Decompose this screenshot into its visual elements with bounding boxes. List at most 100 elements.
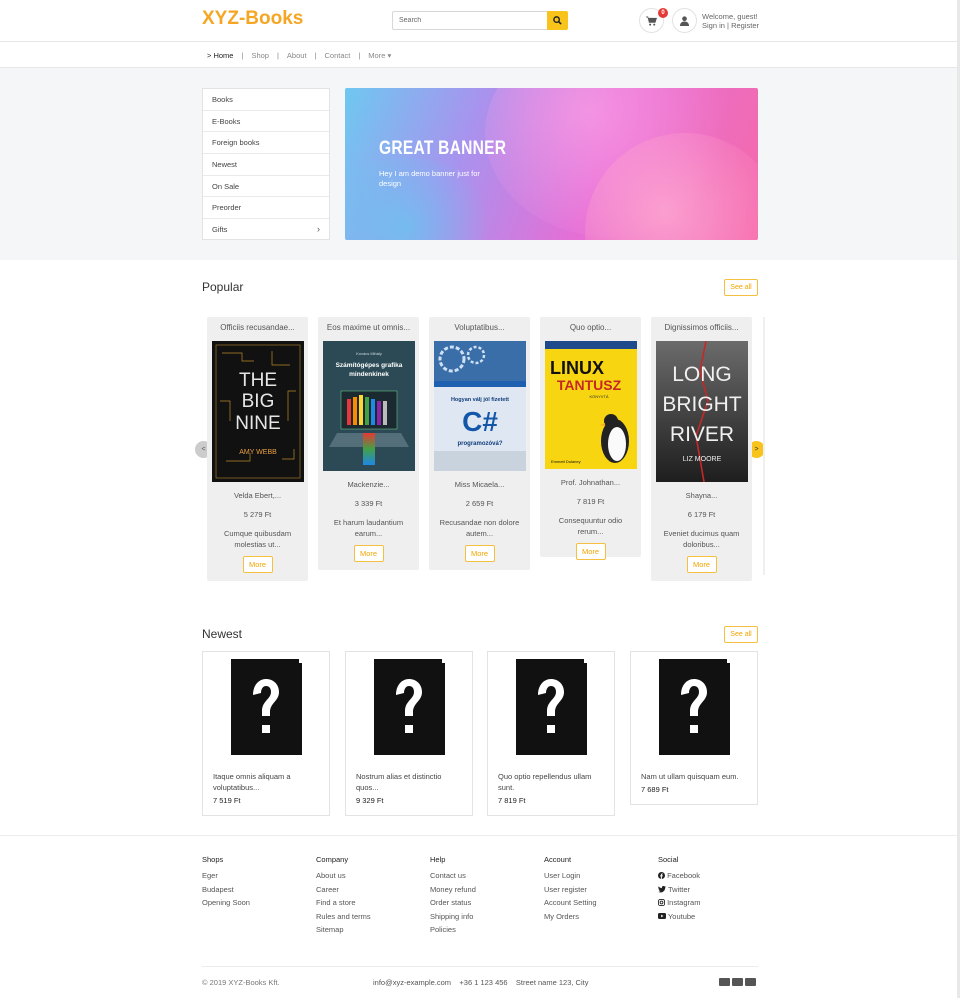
more-button[interactable]: More — [686, 556, 717, 573]
category-preorder[interactable]: Preorder — [203, 197, 329, 220]
book-card[interactable]: Eos maxime ut omnis... Kovács Mihály Szá… — [318, 317, 419, 570]
footer-link[interactable]: About us — [316, 871, 371, 880]
footer-link[interactable]: Budapest — [202, 885, 250, 894]
book-card[interactable]: Officiis recusandae... THE BIG NINE AMY … — [207, 317, 308, 581]
footer-link[interactable]: Find a store — [316, 898, 371, 907]
search-icon — [553, 16, 562, 25]
register-link[interactable]: Register — [731, 21, 759, 30]
book-cover-art: Kovács Mihály Számítógépes grafika minde… — [328, 351, 409, 465]
footer-column-help: Help Contact us Money refund Order statu… — [430, 855, 476, 939]
footer-column-account: Account User Login User register Account… — [544, 855, 597, 925]
social-link-youtube[interactable]: Youtube — [658, 912, 700, 921]
category-books[interactable]: Books — [203, 89, 329, 111]
visa-icon — [719, 978, 730, 986]
footer-column-title: Social — [658, 855, 679, 864]
sign-in-link[interactable]: Sign in — [702, 21, 725, 30]
new-book-title: Nostrum alias et distinctio quos... — [356, 772, 442, 792]
book-card[interactable]: Dignissimos officiis... LONG BRIGHT RIVE… — [651, 317, 752, 581]
more-button[interactable]: More — [353, 545, 384, 562]
category-foreign-books[interactable]: Foreign books — [203, 132, 329, 155]
placeholder-book-icon — [372, 657, 446, 757]
footer-divider — [0, 835, 960, 836]
footer-link[interactable]: Opening Soon — [202, 898, 250, 907]
book-cover: LINUX TANTUSZ KÖNYVTÁ Emmett Dulaney — [544, 341, 637, 469]
book-cover: THE BIG NINE AMY WEBB — [211, 341, 304, 482]
footer-link[interactable]: Rules and terms — [316, 912, 371, 921]
more-button[interactable]: More — [242, 556, 273, 573]
new-book-card[interactable]: Nostrum alias et distinctio quos... 9 32… — [345, 651, 473, 816]
footer-link[interactable]: Money refund — [430, 885, 476, 894]
nav-separator: | — [276, 51, 279, 60]
nav-more-dropdown[interactable]: More ▾ — [368, 51, 391, 60]
search-input[interactable] — [392, 11, 548, 30]
mastercard-icon — [732, 978, 743, 986]
nav-contact[interactable]: Contact — [324, 51, 350, 60]
social-link-twitter[interactable]: Twitter — [658, 885, 700, 894]
footer-link[interactable]: Order status — [430, 898, 476, 907]
promo-banner[interactable]: GREAT BANNER Hey I am demo banner just f… — [345, 88, 758, 240]
footer-link[interactable]: Eger — [202, 871, 250, 880]
book-cover-art: LONG BRIGHT RIVER LIZ MOORE — [655, 341, 748, 482]
nav-shop[interactable]: Shop — [251, 51, 269, 60]
footer-email[interactable]: info@xyz-example.com — [373, 978, 451, 987]
newest-see-all-button[interactable]: See all — [724, 626, 758, 643]
popular-see-all-button[interactable]: See all — [724, 279, 758, 296]
user-button[interactable] — [672, 8, 697, 33]
book-description: Recusandae non dolore autem... — [439, 518, 520, 538]
new-book-card[interactable]: Nam ut ullam quisquam eum. 7 689 Ft — [630, 651, 758, 805]
book-title: Dignissimos officiis... — [664, 323, 739, 332]
social-link-instagram[interactable]: Instagram — [658, 898, 700, 907]
footer-link[interactable]: Contact us — [430, 871, 476, 880]
footer-link[interactable]: User Login — [544, 871, 597, 880]
footer-link[interactable]: Policies — [430, 925, 476, 934]
book-price: 5 279 Ft — [243, 510, 272, 519]
new-book-card[interactable]: Quo optio repellendus ullam sunt. 7 819 … — [487, 651, 615, 816]
book-card[interactable]: Quo optio... LINUX TANTUSZ KÖNYVTÁ Emmet… — [540, 317, 641, 560]
cover-line: KÖNYVTÁ — [589, 394, 608, 399]
more-button[interactable]: More — [464, 545, 495, 562]
new-book-title: Nam ut ullam quisquam eum. — [641, 772, 739, 781]
footer-link[interactable]: My Orders — [544, 912, 597, 921]
cover-line: Hogyan válj jól fizetett — [450, 397, 508, 403]
book-description: Et harum laudantium earum... — [333, 518, 404, 538]
payment-icons — [719, 978, 756, 986]
footer-link[interactable]: Career — [316, 885, 371, 894]
social-link-label: Facebook — [667, 871, 701, 880]
book-card[interactable]: Voluptatibus... Hogyan válj jól fizetett… — [429, 317, 530, 570]
footer-column-company: Company About us Career Find a store Rul… — [316, 855, 371, 939]
nav-home[interactable]: > Home — [207, 51, 233, 60]
category-on-sale[interactable]: On Sale — [203, 176, 329, 198]
new-book-price: 7 819 Ft — [498, 796, 526, 805]
placeholder-book-icon — [514, 657, 588, 757]
facebook-icon — [658, 872, 665, 879]
new-book-title: Itaque omnis aliquam a voluptatibus... — [213, 772, 291, 792]
banner-text: Hey I am demo banner just for design — [379, 169, 480, 188]
book-price: 6 179 Ft — [687, 510, 716, 519]
site-logo[interactable]: XYZ-Books — [202, 8, 303, 30]
book-cover: LONG BRIGHT RIVER LIZ MOORE — [655, 341, 748, 482]
search-button[interactable] — [547, 11, 568, 30]
book-description: Eveniet ducimus quam doloribus... — [663, 529, 740, 549]
category-newest[interactable]: Newest — [203, 154, 329, 176]
footer-link[interactable]: Account Setting — [544, 898, 597, 907]
footer-column-title: Account — [544, 855, 572, 864]
cover-author: Emmett Dulaney — [551, 459, 581, 464]
cover-line: RIVER — [669, 423, 733, 446]
cover-line: TANTUSZ — [556, 377, 621, 393]
footer-link[interactable]: Sitemap — [316, 925, 371, 934]
cover-line: programozóvá? — [457, 441, 502, 447]
footer-link[interactable]: User register — [544, 885, 597, 894]
cover-line: THE — [239, 370, 277, 391]
new-book-card[interactable]: Itaque omnis aliquam a voluptatibus... 7… — [202, 651, 330, 816]
category-gifts[interactable]: Gifts › — [203, 219, 329, 241]
cover-author: AMY WEBB — [239, 449, 277, 456]
social-link-facebook[interactable]: Facebook — [658, 871, 700, 880]
more-button[interactable]: More — [575, 543, 606, 560]
footer-link[interactable]: Shipping info — [430, 912, 476, 921]
placeholder-book-icon — [229, 657, 303, 757]
category-ebooks[interactable]: E-Books — [203, 111, 329, 133]
nav-about[interactable]: About — [287, 51, 307, 60]
new-book-price: 9 329 Ft — [356, 796, 384, 805]
book-title: Quo optio... — [569, 323, 612, 332]
book-author: Prof. Johnathan... — [560, 478, 621, 487]
